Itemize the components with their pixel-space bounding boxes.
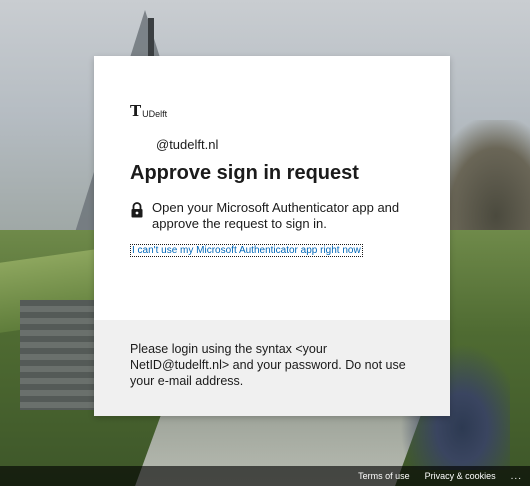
signin-card: T UDelft @tudelft.nl Approve sign in req… xyxy=(94,56,450,416)
signin-card-footer: Please login using the syntax <your NetI… xyxy=(94,320,450,416)
page-title: Approve sign in request xyxy=(130,162,359,184)
bottom-bar: Terms of use Privacy & cookies ... xyxy=(0,466,530,486)
account-identifier: @tudelft.nl xyxy=(156,137,219,152)
tudelft-logo: T UDelft xyxy=(130,99,168,120)
terms-of-use-link[interactable]: Terms of use xyxy=(358,471,410,481)
lock-icon xyxy=(130,201,144,219)
logo-text: UDelft xyxy=(142,109,168,119)
logo-mark: T xyxy=(130,102,142,120)
signin-card-main: T UDelft @tudelft.nl Approve sign in req… xyxy=(94,56,450,320)
more-options-icon[interactable]: ... xyxy=(511,471,522,482)
instruction-text: Open your Microsoft Authenticator app an… xyxy=(152,200,400,231)
cant-use-authenticator-link[interactable]: I can't use my Microsoft Authenticator a… xyxy=(130,244,363,257)
instruction-row: Open your Microsoft Authenticator app an… xyxy=(130,200,430,232)
login-syntax-notice: Please login using the syntax <your NetI… xyxy=(130,342,406,388)
privacy-cookies-link[interactable]: Privacy & cookies xyxy=(425,471,496,481)
